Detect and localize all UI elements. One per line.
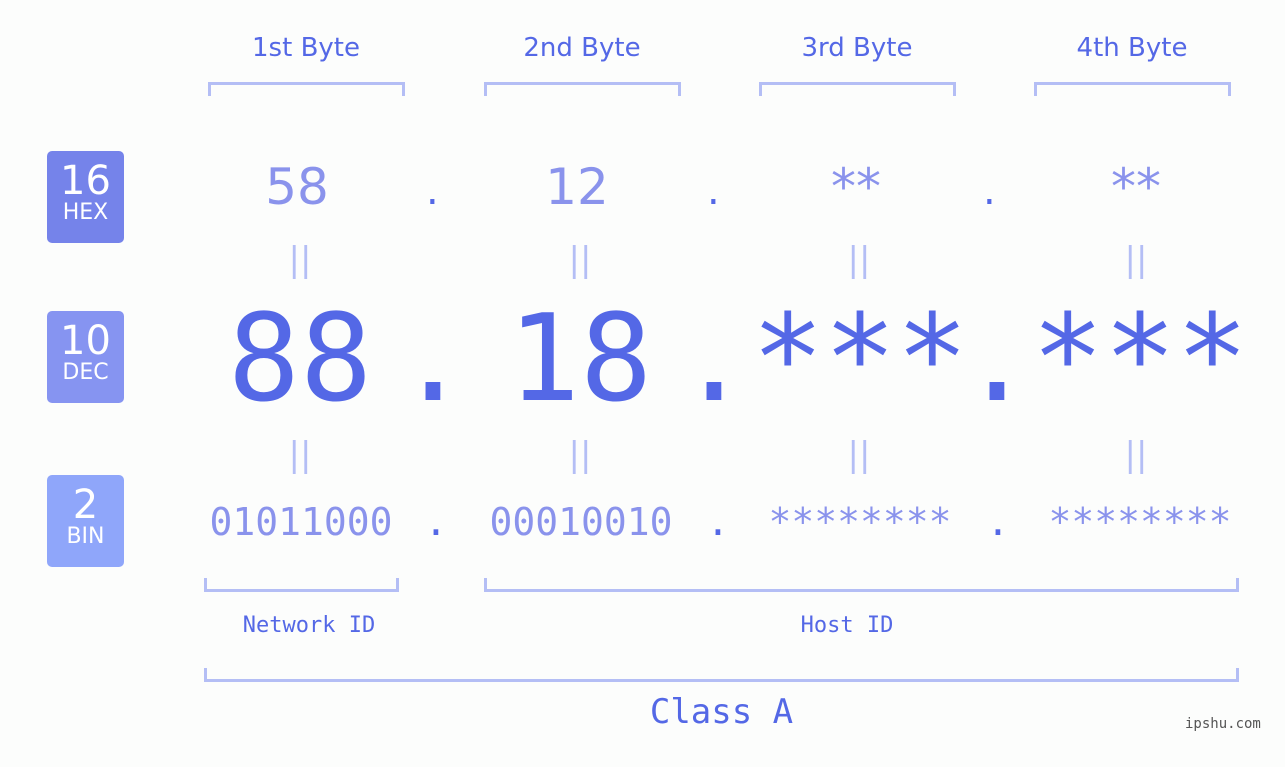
equals-sign: || <box>1124 240 1148 280</box>
dec-badge: 10 DEC <box>47 311 124 403</box>
equals-sign: || <box>288 240 312 280</box>
host-id-label: Host ID <box>800 613 894 638</box>
equals-sign: || <box>1124 435 1148 475</box>
watermark: ipshu.com <box>1185 716 1261 732</box>
equals-sign: || <box>568 435 592 475</box>
dec-label: DEC <box>62 360 109 385</box>
byte-bracket-1 <box>208 82 405 96</box>
equals-sign: || <box>847 240 871 280</box>
network-id-label: Network ID <box>242 613 376 638</box>
network-id-bracket <box>204 578 399 592</box>
bin-dot-2: . <box>706 500 730 544</box>
hex-value-4: ** <box>1111 158 1161 216</box>
hex-dot-2: . <box>707 168 720 214</box>
class-bracket <box>204 668 1239 682</box>
dec-base: 10 <box>60 318 111 364</box>
bin-base: 2 <box>72 482 99 528</box>
byte-bracket-3 <box>759 82 956 96</box>
dec-dot-3: . <box>960 290 1034 429</box>
bin-dot-1: . <box>424 500 448 544</box>
byte-header-1: 1st Byte <box>252 33 360 63</box>
hex-badge: 16 HEX <box>47 151 124 243</box>
equals-sign: || <box>568 240 592 280</box>
byte-bracket-4 <box>1034 82 1231 96</box>
hex-label: HEX <box>62 200 109 225</box>
hex-dot-1: . <box>426 168 439 214</box>
byte-bracket-2 <box>484 82 681 96</box>
hex-value-2: 12 <box>545 158 609 216</box>
host-id-bracket <box>484 578 1239 592</box>
hex-value-1: 58 <box>265 158 329 216</box>
byte-header-4: 4th Byte <box>1076 33 1188 63</box>
equals-sign: || <box>288 435 312 475</box>
class-label: Class A <box>649 692 794 732</box>
bin-dot-3: . <box>986 500 1010 544</box>
dec-dot-2: . <box>677 290 751 429</box>
hex-base: 16 <box>60 158 111 204</box>
bin-label: BIN <box>66 524 105 549</box>
bin-badge: 2 BIN <box>47 475 124 567</box>
byte-header-3: 3rd Byte <box>801 33 913 63</box>
equals-sign: || <box>847 435 871 475</box>
dec-dot-1: . <box>396 290 470 429</box>
hex-value-3: ** <box>831 158 881 216</box>
byte-header-2: 2nd Byte <box>523 33 641 63</box>
hex-dot-3: . <box>983 168 996 214</box>
